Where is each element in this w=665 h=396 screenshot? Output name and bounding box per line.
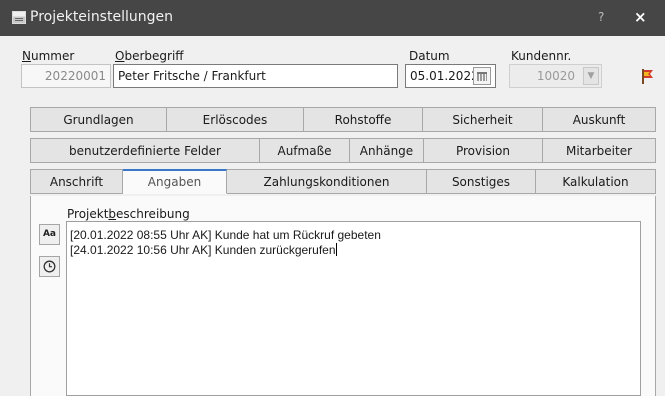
tab-sonstiges[interactable]: Sonstiges — [427, 169, 536, 194]
tab-aufmasse[interactable]: Aufmaße — [260, 138, 350, 163]
tab-sicherheit[interactable]: Sicherheit — [423, 107, 543, 132]
window-title: Projekteinstellungen — [30, 9, 173, 25]
tab-angaben[interactable]: Angaben — [123, 169, 227, 194]
window-app-icon — [12, 11, 26, 24]
clock-icon[interactable] — [39, 256, 60, 277]
tab-anschrift[interactable]: Anschrift — [30, 169, 123, 194]
tab-row-3: Anschrift Angaben Zahlungskonditionen So… — [30, 169, 656, 194]
nummer-field[interactable]: 20220001 — [21, 64, 111, 88]
tab-kalkulation[interactable]: Kalkulation — [536, 169, 656, 194]
projektbeschreibung-textarea[interactable]: [20.01.2022 08:55 Uhr AK] Kunde hat um R… — [66, 221, 641, 396]
flag-icon[interactable] — [639, 67, 655, 85]
datum-label: Datum — [409, 49, 450, 63]
tab-grundlagen[interactable]: Grundlagen — [30, 107, 167, 132]
oberbegriff-label: Oberbegriff — [115, 49, 184, 63]
description-line-with-caret: [24.01.2022 10:56 Uhr AK] Kunden zurückg… — [70, 243, 337, 257]
tab-erloescodes[interactable]: Erlöscodes — [167, 107, 304, 132]
close-button[interactable]: × — [634, 8, 647, 26]
title-bar: Projekteinstellungen ? × — [0, 0, 665, 36]
tab-auskunft[interactable]: Auskunft — [543, 107, 656, 132]
help-button[interactable]: ? — [598, 10, 604, 24]
text-caret — [335, 243, 337, 256]
tab-provision[interactable]: Provision — [424, 138, 543, 163]
projektbeschreibung-label: Projektbeschreibung — [67, 207, 190, 221]
tab-row-1: Grundlagen Erlöscodes Rohstoffe Sicherhe… — [30, 107, 656, 132]
oberbegriff-field[interactable]: Peter Fritsche / Frankfurt — [113, 64, 398, 88]
kundennr-label: Kundennr. — [511, 49, 572, 63]
tab-benutzerdefinierte-felder[interactable]: benutzerdefinierte Felder — [30, 138, 260, 163]
calendar-icon[interactable] — [473, 67, 491, 85]
tab-zahlungskonditionen[interactable]: Zahlungskonditionen — [227, 169, 427, 194]
tab-anhaenge[interactable]: Anhänge — [350, 138, 424, 163]
tab-rohstoffe[interactable]: Rohstoffe — [304, 107, 423, 132]
font-button[interactable]: Aa — [39, 224, 60, 245]
nummer-label: Nummer — [22, 49, 75, 63]
chevron-down-icon[interactable]: ▼ — [583, 67, 599, 85]
description-line: [20.01.2022 08:55 Uhr AK] Kunde hat um R… — [70, 228, 381, 242]
tab-mitarbeiter[interactable]: Mitarbeiter — [543, 138, 656, 163]
tab-row-2: benutzerdefinierte Felder Aufmaße Anhäng… — [30, 138, 656, 163]
